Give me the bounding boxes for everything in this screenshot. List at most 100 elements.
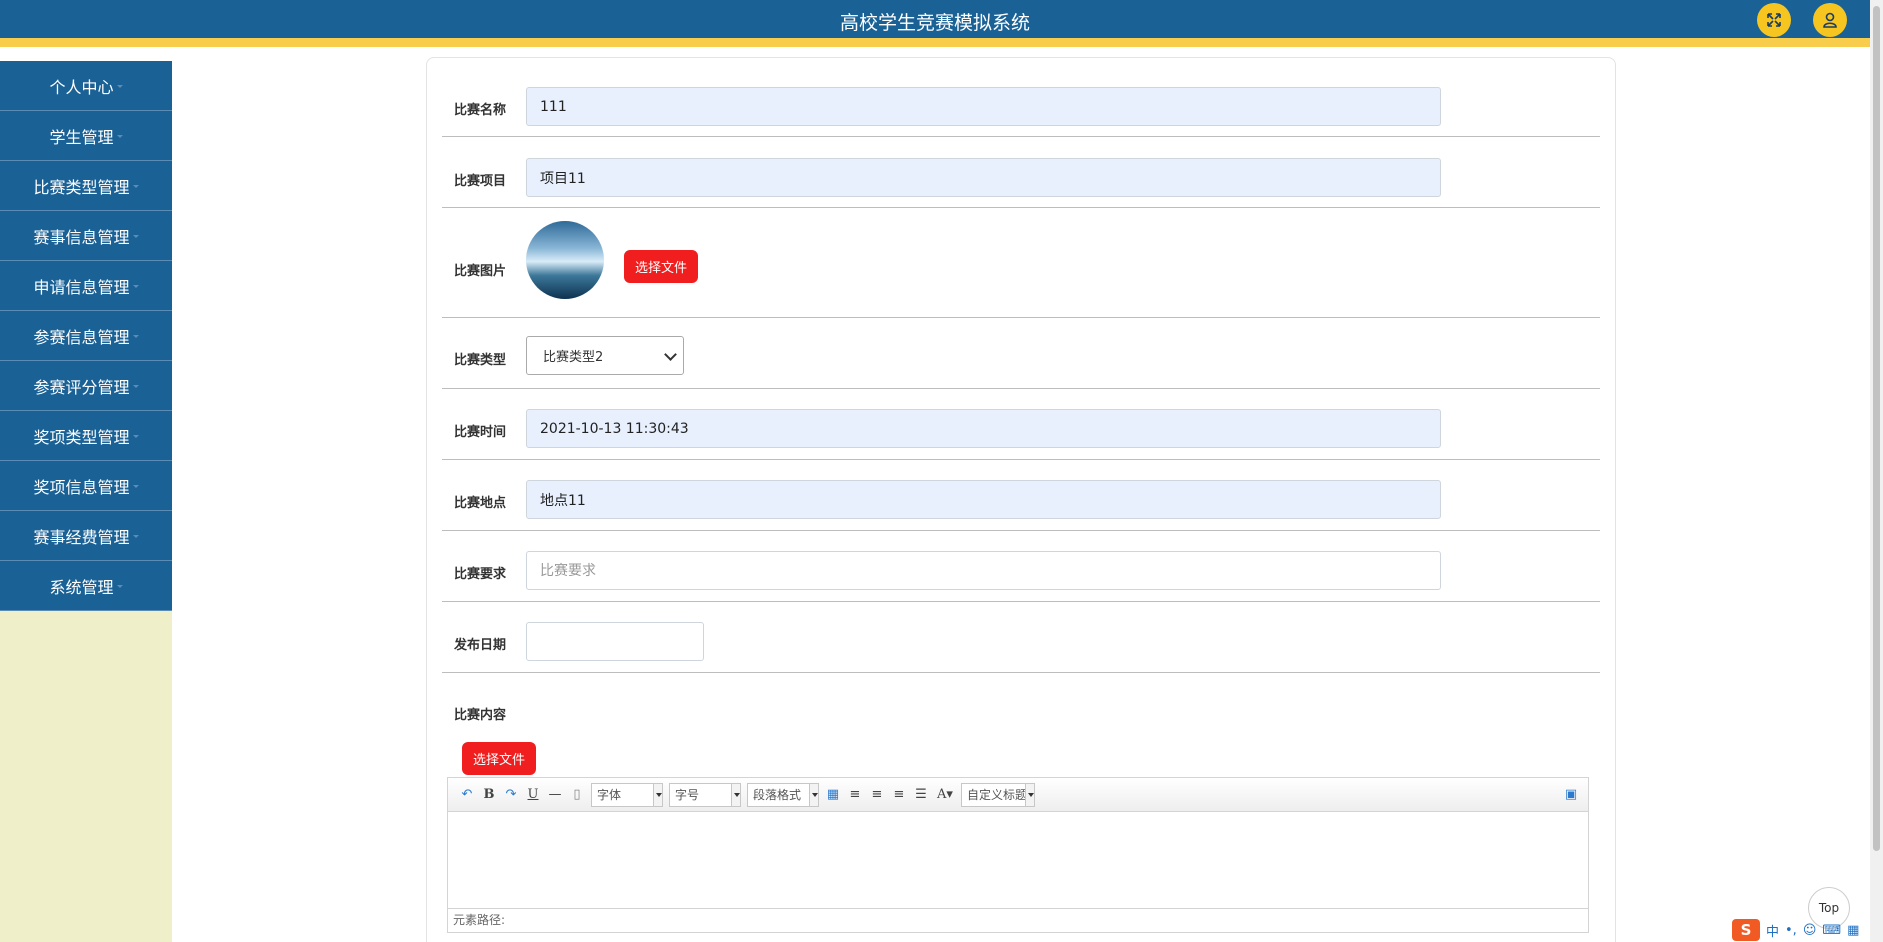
underline-icon[interactable]: U (522, 787, 544, 802)
sidebar-item-funding[interactable]: 赛事经费管理 (0, 511, 172, 561)
time-label: 比赛时间 (454, 425, 507, 440)
font-color-icon[interactable]: A▾ (932, 787, 958, 802)
dropdown-arrow-icon (1025, 783, 1034, 806)
header-accent-strip (0, 38, 1870, 47)
align-center-icon[interactable]: ≡ (888, 787, 910, 802)
sidebar-item-label: 参赛评分管理 (33, 377, 130, 397)
scrollbar-thumb[interactable] (1873, 6, 1880, 851)
editor-content-area[interactable] (448, 812, 1588, 909)
ime-language-indicator[interactable]: 中 (1766, 921, 1779, 940)
publish-date-input[interactable] (526, 622, 704, 661)
font-family-value: 字体 (597, 788, 622, 802)
sidebar-item-label: 比赛类型管理 (33, 177, 130, 197)
paragraph-format-value: 段落格式 (753, 788, 802, 802)
font-size-select[interactable]: 字号 (669, 782, 741, 807)
competition-project-input[interactable] (526, 158, 1441, 197)
sidebar-item-label: 系统管理 (49, 577, 114, 597)
page-icon[interactable]: ▯ (566, 787, 588, 802)
ime-punctuation-icon[interactable]: •, (1785, 923, 1797, 938)
fullscreen-editor-icon[interactable]: ▣ (1560, 787, 1582, 802)
sidebar: 个人中心 学生管理 比赛类型管理 赛事信息管理 申请信息管理 参赛信息管理 参赛… (0, 61, 172, 942)
selected-type-value: 比赛类型2 (543, 350, 604, 365)
form-row-type: 比赛类型 比赛类型2 (442, 318, 1600, 389)
competition-time-input[interactable] (526, 409, 1441, 448)
sidebar-item-label: 个人中心 (49, 77, 114, 97)
location-label: 比赛地点 (454, 496, 507, 511)
user-menu-button[interactable] (1813, 3, 1847, 37)
table-icon[interactable]: ▦ (822, 787, 844, 802)
caret-down-icon (116, 85, 123, 88)
form-row-requirement: 比赛要求 (442, 531, 1600, 602)
publish-date-label: 发布日期 (454, 638, 507, 653)
sidebar-item-award-types[interactable]: 奖项类型管理 (0, 411, 172, 461)
content-label: 比赛内容 (454, 708, 507, 723)
rich-text-editor: ↶ B ↷ U — ▯ 字体 字号 段落格式 ▦ ≡ ≡ ≡ ☰ A▾ 自定义标… (447, 777, 1589, 933)
sidebar-item-personal-center[interactable]: 个人中心 (0, 61, 172, 111)
page-scrollbar[interactable] (1870, 0, 1883, 942)
project-label: 比赛项目 (454, 174, 507, 189)
header-bar: 高校学生竞赛模拟系统 (0, 0, 1870, 47)
expand-icon (1767, 13, 1781, 27)
sidebar-item-award-info[interactable]: 奖项信息管理 (0, 461, 172, 511)
sidebar-item-label: 申请信息管理 (33, 277, 130, 297)
horizontal-rule-icon[interactable]: — (544, 787, 566, 802)
sidebar-item-label: 参赛信息管理 (33, 327, 130, 347)
caret-down-icon (132, 285, 139, 288)
form-row-location: 比赛地点 (442, 460, 1600, 531)
name-label: 比赛名称 (454, 103, 507, 118)
competition-requirement-input[interactable] (526, 551, 1441, 590)
align-right-icon[interactable]: ≡ (866, 787, 888, 802)
caret-down-icon (132, 335, 139, 338)
sidebar-item-participation[interactable]: 参赛信息管理 (0, 311, 172, 361)
font-size-value: 字号 (675, 788, 700, 802)
app-title: 高校学生竞赛模拟系统 (839, 12, 1030, 34)
bold-icon[interactable]: B (478, 787, 500, 802)
sidebar-item-system[interactable]: 系统管理 (0, 561, 172, 611)
dropdown-arrow-icon (809, 783, 818, 806)
ime-keyboard-icon[interactable]: ⌨ (1822, 923, 1841, 938)
requirement-label: 比赛要求 (454, 567, 507, 582)
form-row-time: 比赛时间 (442, 389, 1600, 460)
undo-icon[interactable]: ↶ (456, 787, 478, 802)
sidebar-item-event-info[interactable]: 赛事信息管理 (0, 211, 172, 261)
choose-image-button[interactable]: 选择文件 (624, 250, 699, 283)
sidebar-item-label: 奖项类型管理 (33, 427, 130, 447)
form-row-publish-date: 发布日期 (442, 602, 1600, 673)
sidebar-item-competition-types[interactable]: 比赛类型管理 (0, 161, 172, 211)
caret-down-icon (132, 385, 139, 388)
custom-title-value: 自定义标题 (967, 788, 1027, 802)
image-label: 比赛图片 (454, 264, 507, 279)
caret-down-icon (132, 485, 139, 488)
dropdown-arrow-icon (653, 783, 662, 806)
fullscreen-button[interactable] (1757, 3, 1791, 37)
competition-name-input[interactable] (526, 87, 1441, 126)
redo-icon[interactable]: ↷ (500, 787, 522, 802)
custom-title-select[interactable]: 自定义标题 (961, 782, 1035, 807)
type-label: 比赛类型 (454, 353, 507, 368)
align-justify-icon[interactable]: ☰ (910, 787, 932, 802)
caret-down-icon (116, 585, 123, 588)
element-path-status: 元素路径: (448, 908, 1588, 932)
ime-menu-icon[interactable]: ▦ (1847, 923, 1859, 938)
sidebar-item-label: 奖项信息管理 (33, 477, 130, 497)
caret-down-icon (132, 235, 139, 238)
caret-down-icon (132, 535, 139, 538)
dropdown-arrow-icon (731, 783, 740, 806)
align-left-icon[interactable]: ≡ (844, 787, 866, 802)
sidebar-item-label: 赛事信息管理 (33, 227, 130, 247)
competition-image-preview (526, 221, 604, 299)
chevron-down-icon (664, 348, 677, 361)
sidebar-item-students[interactable]: 学生管理 (0, 111, 172, 161)
caret-down-icon (116, 135, 123, 138)
choose-content-file-button[interactable]: 选择文件 (462, 742, 537, 775)
sidebar-item-applications[interactable]: 申请信息管理 (0, 261, 172, 311)
font-family-select[interactable]: 字体 (591, 782, 663, 807)
ime-emoji-icon[interactable]: ☺ (1803, 923, 1817, 938)
paragraph-format-select[interactable]: 段落格式 (747, 782, 819, 807)
ime-logo-icon: S (1732, 919, 1760, 941)
sidebar-item-label: 赛事经费管理 (33, 527, 130, 547)
competition-type-select[interactable]: 比赛类型2 (526, 336, 684, 375)
sidebar-item-scoring[interactable]: 参赛评分管理 (0, 361, 172, 411)
font-color-glyph: A (937, 787, 947, 802)
competition-location-input[interactable] (526, 480, 1441, 519)
